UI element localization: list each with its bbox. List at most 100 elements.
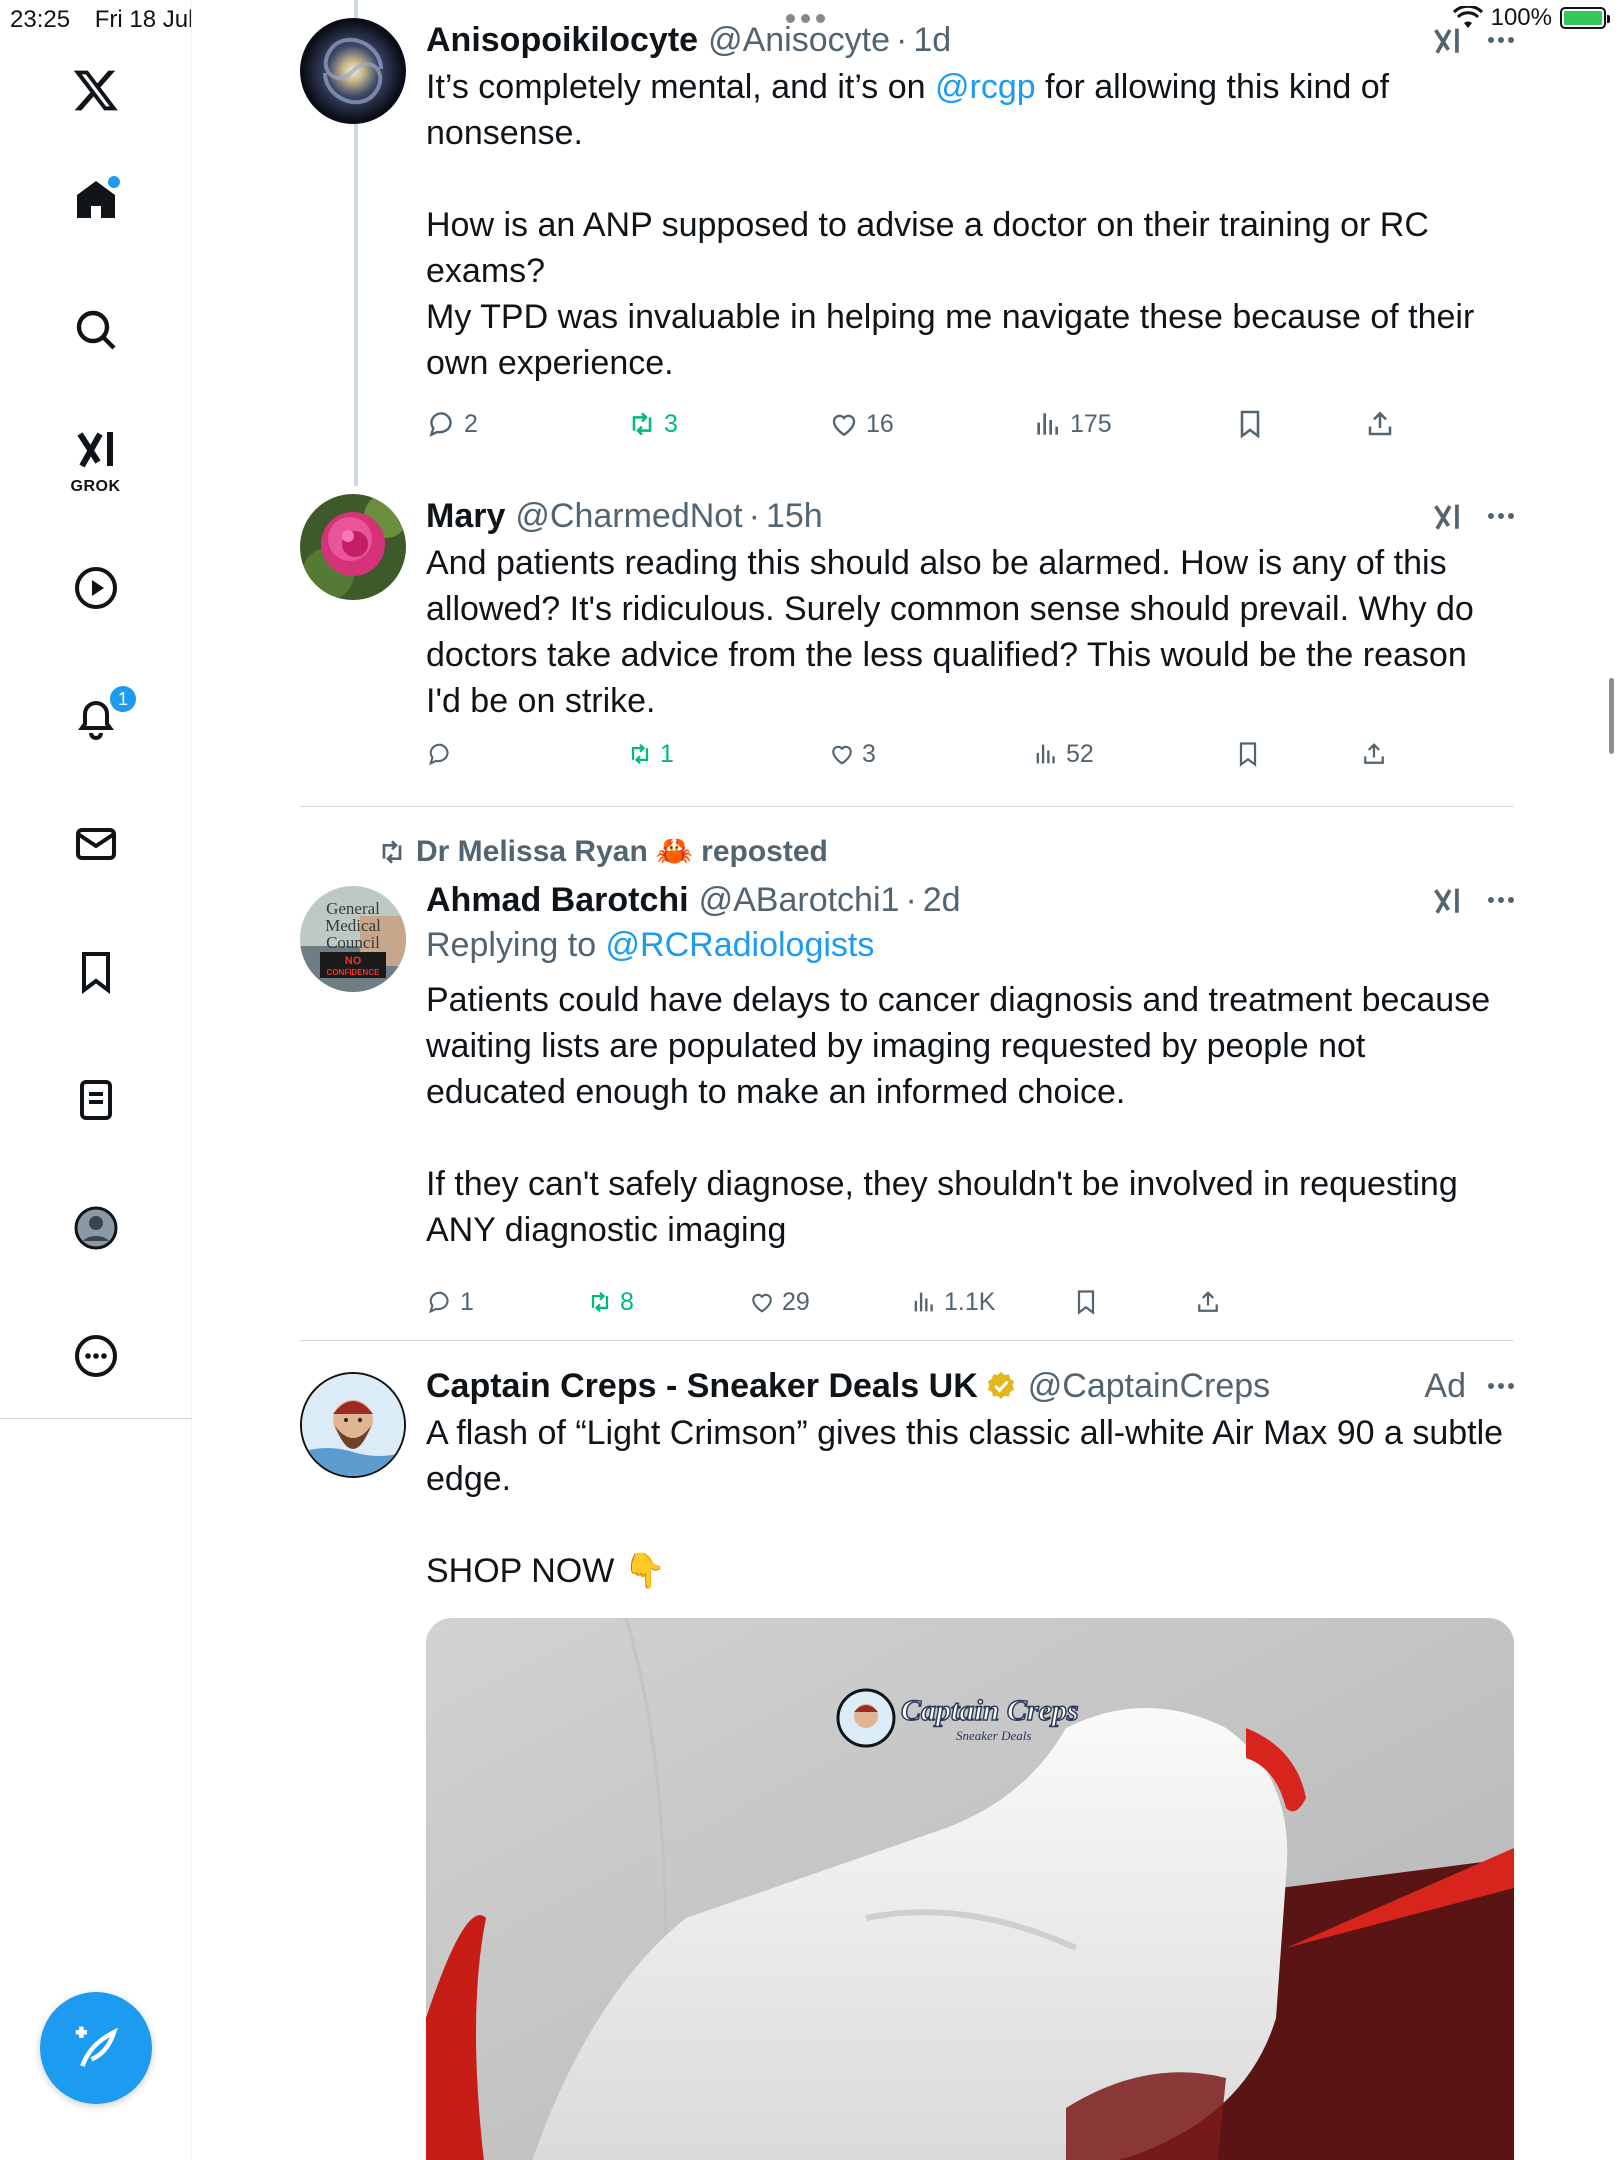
notifications-bell-icon[interactable]: 1: [64, 684, 138, 750]
bookmark-icon: [1239, 742, 1257, 767]
timeline-feed: Anisopoikilocyte @Anisocyte · 1d It’s co…: [300, 0, 1514, 2160]
post-time[interactable]: 15h: [766, 497, 823, 536]
grok-label: GROK: [70, 478, 121, 495]
repost-button[interactable]: 1: [626, 740, 674, 769]
views-button[interactable]: 1.1K: [910, 1288, 995, 1317]
replying-to-link[interactable]: @RCRadiologists: [606, 926, 875, 964]
like-button[interactable]: 3: [828, 740, 876, 769]
bookmark-button[interactable]: [1234, 408, 1266, 440]
ad-label: Ad: [1424, 1366, 1466, 1405]
lists-icon[interactable]: [64, 1068, 128, 1132]
home-icon[interactable]: [64, 168, 128, 232]
svg-text:CONFIDENCE: CONFIDENCE: [327, 968, 381, 977]
tweet-header: Mary @CharmedNot · 15h: [426, 494, 1514, 538]
heart-icon: [752, 1293, 772, 1313]
messages-envelope-icon[interactable]: [64, 812, 128, 876]
separator: ·: [895, 20, 908, 59]
ad-image-logo-text: Captain Creps: [901, 1694, 1079, 1727]
bookmark-button[interactable]: [1234, 740, 1262, 768]
author-name[interactable]: Anisopoikilocyte: [426, 21, 698, 60]
ad-media-image[interactable]: Captain Creps Sneaker Deals: [426, 1618, 1514, 2160]
share-button[interactable]: [1194, 1288, 1222, 1316]
repost-icon: [591, 1291, 609, 1313]
avatar[interactable]: [300, 494, 406, 600]
like-button[interactable]: 29: [748, 1288, 810, 1317]
more-icon[interactable]: [1488, 37, 1514, 43]
heart-icon: [832, 745, 852, 765]
views-chart-icon: [914, 1292, 933, 1312]
compose-post-button[interactable]: [40, 1992, 152, 2104]
share-icon: [1368, 411, 1392, 436]
svg-text:NO: NO: [345, 955, 362, 967]
repost-button[interactable]: 8: [586, 1288, 634, 1317]
crab-emoji: 🦀: [655, 835, 694, 868]
grok-icon[interactable]: [64, 418, 128, 482]
reply-button[interactable]: 1: [426, 1288, 474, 1317]
ad-image-logo-subtext: Sneaker Deals: [956, 1728, 1031, 1743]
grok-icon[interactable]: [1428, 23, 1466, 57]
repost-icon: [632, 412, 652, 436]
repost-icon: [382, 839, 402, 864]
views-chart-icon: [1037, 413, 1058, 435]
shop-now-cta[interactable]: SHOP NOW 👇: [426, 1548, 1514, 1594]
repost-icon: [631, 743, 649, 765]
more-icon[interactable]: [1488, 513, 1514, 519]
reply-icon: [429, 743, 449, 766]
tweet-text: And patients reading this should also be…: [426, 544, 1474, 720]
post-time[interactable]: 1d: [913, 21, 951, 60]
mention-link[interactable]: @rcgp: [935, 68, 1036, 106]
heart-icon: [832, 414, 856, 437]
grok-icon[interactable]: [1428, 883, 1466, 917]
repost-button[interactable]: 3: [626, 408, 678, 440]
reply-button[interactable]: [426, 740, 460, 768]
x-logo-icon[interactable]: [64, 58, 128, 122]
share-icon: [1364, 743, 1384, 764]
author-handle[interactable]: @CaptainCreps: [1028, 1367, 1270, 1406]
views-button[interactable]: 52: [1032, 740, 1094, 769]
bookmark-icon: [1240, 410, 1260, 439]
share-icon: [1198, 1291, 1218, 1312]
tweet-header: Captain Creps - Sneaker Deals UK @Captai…: [426, 1364, 1514, 1408]
more-icon[interactable]: [1488, 897, 1514, 903]
more-icon[interactable]: [1488, 1383, 1514, 1389]
avatar[interactable]: [300, 18, 406, 124]
bookmarks-icon[interactable]: [64, 940, 128, 1004]
video-play-icon[interactable]: [64, 556, 128, 620]
grok-icon[interactable]: [1428, 499, 1466, 533]
author-handle[interactable]: @CharmedNot: [515, 497, 742, 536]
verified-badge-icon: [987, 1371, 1014, 1400]
author-handle[interactable]: @ABarotchi1: [699, 881, 900, 920]
reply-icon: [429, 412, 452, 437]
compose-feather-icon: [75, 2026, 118, 2067]
author-name[interactable]: Ahmad Barotchi: [426, 881, 689, 920]
like-button[interactable]: 16: [828, 408, 894, 440]
views-button[interactable]: 175: [1032, 408, 1112, 440]
tweet-header: Anisopoikilocyte @Anisocyte · 1d: [426, 18, 1514, 62]
separator: ·: [748, 496, 760, 535]
sidebar-divider: [0, 1418, 192, 1419]
scrollbar[interactable]: [1609, 678, 1614, 754]
profile-icon[interactable]: [64, 1196, 128, 1260]
home-unread-dot: [108, 176, 120, 188]
share-button[interactable]: [1364, 408, 1396, 440]
tweet-text: A flash of “Light Crimson” gives this cl…: [426, 1410, 1514, 1594]
views-chart-icon: [1036, 744, 1055, 764]
avatar[interactable]: [300, 1372, 406, 1478]
search-icon[interactable]: [64, 298, 128, 362]
share-button[interactable]: [1360, 740, 1388, 768]
reply-icon: [429, 1291, 449, 1314]
reply-button[interactable]: 2: [426, 408, 478, 440]
tweet-text: Patients could have delays to cancer dia…: [426, 981, 1491, 1249]
author-name[interactable]: Mary: [426, 497, 505, 536]
author-handle[interactable]: @Anisocyte: [708, 21, 890, 60]
tweet-header: Ahmad Barotchi @ABarotchi1 · 2d: [426, 878, 1514, 922]
post-time[interactable]: 2d: [923, 881, 961, 920]
tweet-divider: [300, 806, 1514, 807]
reposted-by[interactable]: Dr Melissa Ryan 🦀 reposted: [376, 834, 828, 869]
bookmark-button[interactable]: [1072, 1288, 1100, 1316]
replying-to: Replying to @RCRadiologists: [426, 926, 875, 964]
avatar[interactable]: General Medical Council NO CONFIDENCE: [300, 886, 406, 992]
author-name[interactable]: Captain Creps - Sneaker Deals UK: [426, 1367, 978, 1406]
more-options-icon[interactable]: [64, 1324, 128, 1388]
notification-count-badge: 1: [108, 684, 138, 714]
